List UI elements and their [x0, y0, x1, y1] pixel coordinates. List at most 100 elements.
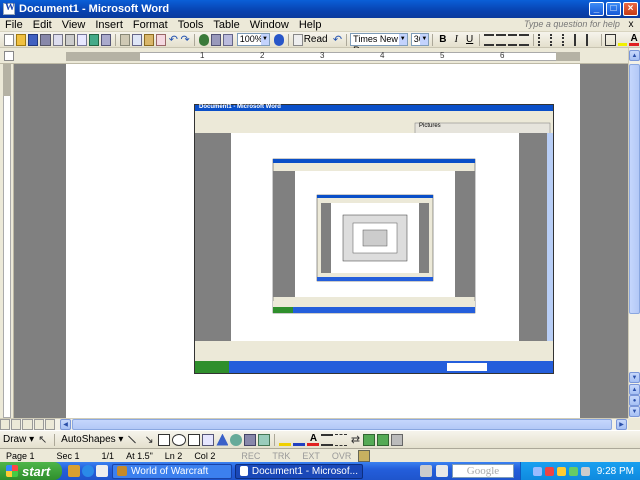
undo-icon[interactable]: ↶ [333, 34, 343, 46]
network-icon[interactable] [532, 466, 542, 476]
new-document-icon[interactable] [4, 33, 15, 46]
read-button[interactable]: Read [304, 34, 328, 45]
justify-icon[interactable] [519, 33, 530, 46]
menu-tools[interactable]: Tools [173, 19, 209, 31]
messenger-icon[interactable] [568, 466, 578, 476]
menu-file[interactable]: File [0, 19, 28, 31]
status-trk[interactable]: TRK [266, 451, 296, 461]
oval-icon[interactable] [172, 433, 187, 446]
menu-table[interactable]: Table [208, 19, 244, 31]
undo-icon[interactable]: ↶ [168, 34, 178, 46]
chevron-down-icon[interactable]: ▼ [420, 34, 429, 45]
menu-help[interactable]: Help [294, 19, 327, 31]
vertical-ruler[interactable] [0, 64, 14, 418]
permission-icon[interactable] [40, 33, 51, 46]
zoom-select[interactable]: 100% ▼ [236, 33, 270, 46]
status-ovr[interactable]: OVR [326, 451, 358, 461]
print-layout-view-icon[interactable] [22, 419, 33, 430]
open-folder-icon[interactable] [16, 33, 27, 46]
format-painter-icon[interactable] [156, 33, 167, 46]
font-color-icon[interactable]: A [629, 33, 640, 46]
security-icon[interactable] [544, 466, 554, 476]
align-right-icon[interactable] [507, 33, 518, 46]
line-icon[interactable] [128, 435, 137, 444]
arrow-icon[interactable]: ↘ [144, 434, 156, 446]
arrow-style-icon[interactable]: ⇄ [349, 434, 361, 446]
vertical-text-box-icon[interactable] [202, 433, 215, 446]
align-left-icon[interactable] [484, 33, 494, 46]
document-page[interactable]: Document1 - Microsoft Word Pictures [66, 64, 580, 418]
line-style-icon[interactable] [321, 433, 334, 446]
clip-art-icon[interactable] [244, 433, 257, 446]
print-preview-icon[interactable] [76, 33, 87, 46]
email-icon[interactable] [52, 33, 63, 46]
line-spacing-icon[interactable] [537, 33, 548, 46]
italic-button[interactable]: I [451, 34, 462, 46]
task-document1[interactable]: Document1 - Microsof... [235, 463, 363, 479]
horizontal-scrollbar[interactable]: ◀ ▶ [0, 418, 628, 430]
previous-page-icon[interactable]: ▲ [629, 384, 640, 395]
web-layout-view-icon[interactable] [11, 419, 22, 430]
copy-icon[interactable] [132, 33, 143, 46]
select-browse-object-icon[interactable]: ● [629, 395, 640, 406]
scroll-up-icon[interactable]: ▲ [629, 50, 640, 61]
volume-icon[interactable] [556, 466, 566, 476]
help-search-input[interactable]: Type a question for help [522, 19, 622, 31]
menu-window[interactable]: Window [245, 19, 294, 31]
tray-app-icon[interactable] [580, 466, 590, 476]
text-box-icon[interactable] [188, 433, 201, 446]
increase-indent-icon[interactable] [586, 33, 596, 46]
font-size-select[interactable]: 36 ▼ [410, 33, 430, 46]
word-app-icon[interactable] [3, 2, 15, 15]
status-ext[interactable]: EXT [296, 451, 326, 461]
vertical-scroll-thumb[interactable] [629, 64, 640, 314]
title-bar[interactable]: Document1 - Microsoft Word _ □ × [0, 0, 640, 18]
3d-style-icon[interactable] [377, 433, 390, 446]
outline-view-icon[interactable] [33, 419, 44, 430]
horizontal-ruler[interactable]: 1 2 3 4 5 6 [0, 48, 640, 64]
align-center-icon[interactable] [495, 33, 506, 46]
fill-color-icon[interactable] [279, 434, 292, 446]
wordart-icon[interactable] [216, 433, 229, 446]
font-name-select[interactable]: Times New Roman▼ [350, 33, 408, 55]
vertical-scrollbar[interactable]: ▲ ▼ ▲ ● ▼ [628, 48, 640, 418]
maximize-button[interactable]: □ [606, 2, 621, 16]
insert-picture-icon[interactable] [258, 433, 271, 446]
cut-icon[interactable] [119, 33, 131, 46]
underline-button[interactable]: U [464, 34, 475, 46]
clock[interactable]: 9:28 PM [597, 466, 634, 477]
read-icon[interactable] [292, 33, 303, 46]
rectangle-icon[interactable] [158, 433, 171, 446]
save-icon[interactable] [28, 33, 39, 46]
quicklaunch-desktop-icon[interactable] [96, 465, 108, 477]
document-close-icon[interactable]: x [626, 19, 636, 30]
research-icon[interactable] [101, 33, 112, 46]
spelling-status-icon[interactable] [358, 449, 371, 462]
menu-view[interactable]: View [57, 19, 91, 31]
draw-font-color-icon[interactable]: A [307, 433, 320, 446]
status-rec[interactable]: REC [235, 451, 266, 461]
chevron-down-icon[interactable]: ▼ [398, 34, 407, 45]
redo-icon[interactable]: ↷ [180, 34, 190, 46]
menu-edit[interactable]: Edit [28, 19, 57, 31]
reading-layout-view-icon[interactable] [44, 419, 56, 430]
line-color-icon[interactable] [293, 434, 306, 446]
task-world-of-warcraft[interactable]: World of Warcraft [112, 463, 232, 479]
highlight-icon[interactable] [617, 34, 628, 46]
embedded-screenshot-image[interactable]: Document1 - Microsoft Word Pictures [194, 104, 554, 374]
scroll-down-icon[interactable]: ▼ [629, 372, 640, 383]
minimize-button[interactable]: _ [589, 2, 604, 16]
borders-icon[interactable] [605, 33, 616, 46]
tables-borders-icon[interactable] [210, 33, 221, 46]
quicklaunch-browser-icon[interactable] [82, 465, 94, 477]
diagram-icon[interactable] [230, 433, 243, 446]
google-search-box[interactable]: Google [452, 464, 514, 478]
toolbar-tray-icon[interactable] [436, 465, 448, 477]
shadow-style-icon[interactable] [363, 433, 376, 446]
decrease-indent-icon[interactable] [574, 33, 584, 46]
normal-view-icon[interactable] [0, 419, 11, 430]
scroll-right-icon[interactable]: ▶ [616, 419, 627, 430]
quicklaunch-icon[interactable] [68, 465, 80, 477]
horizontal-scroll-thumb[interactable] [72, 419, 612, 430]
bullets-icon[interactable] [562, 33, 572, 46]
